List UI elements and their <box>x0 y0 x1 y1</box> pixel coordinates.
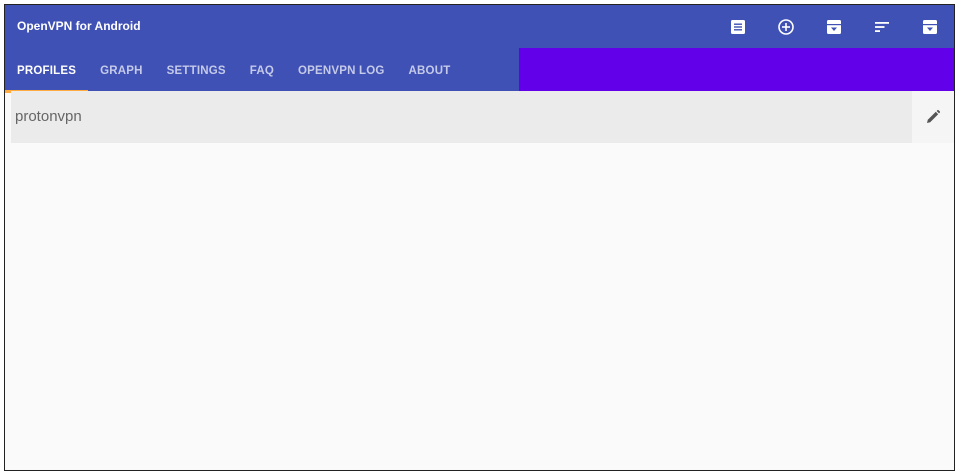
add-profile-button[interactable] <box>762 5 810 48</box>
sort-button[interactable] <box>858 5 906 48</box>
tab-about[interactable]: ABOUT <box>397 48 463 93</box>
tab-openvpn-log[interactable]: OPENVPN LOG <box>286 48 397 93</box>
tab-strip: PROFILES GRAPH SETTINGS FAQ OPENVPN LOG … <box>5 48 954 93</box>
import-file-button[interactable] <box>906 5 954 48</box>
profile-list-item[interactable]: protonvpn <box>11 91 954 143</box>
profile-name: protonvpn <box>15 108 82 125</box>
edit-profile-button[interactable] <box>912 91 954 143</box>
app-bar: OpenVPN for Android <box>5 5 954 48</box>
view-list-button[interactable] <box>714 5 762 48</box>
view-list-icon <box>731 19 745 34</box>
tab-graph[interactable]: GRAPH <box>88 48 155 93</box>
app-window: OpenVPN for Android PROFILES GRAPH SETTI… <box>4 4 955 471</box>
tab-settings[interactable]: SETTINGS <box>155 48 238 93</box>
toolbar-actions <box>714 5 954 48</box>
edit-icon <box>927 109 941 123</box>
tab-bar: PROFILES GRAPH SETTINGS FAQ OPENVPN LOG … <box>5 48 519 93</box>
app-title: OpenVPN for Android <box>17 19 141 33</box>
import-icon <box>827 19 841 34</box>
sort-icon <box>875 21 889 32</box>
import-button[interactable] <box>810 5 858 48</box>
tab-faq[interactable]: FAQ <box>238 48 286 93</box>
tab-profiles[interactable]: PROFILES <box>5 48 89 93</box>
import-icon <box>923 19 937 34</box>
add-circle-icon <box>778 18 794 35</box>
